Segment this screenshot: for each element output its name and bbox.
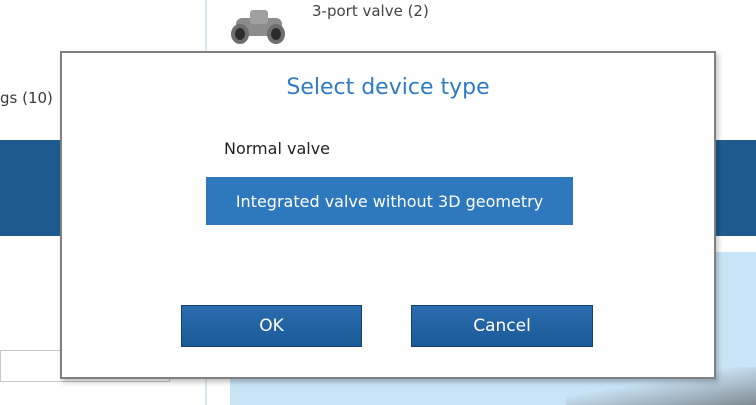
dialog-title: Select device type — [286, 75, 490, 100]
select-device-type-dialog: Select device type Normal valve Integrat… — [60, 51, 716, 379]
ok-button[interactable]: OK — [181, 305, 362, 347]
list-item-label: 3-port valve (2) — [312, 2, 429, 20]
valve-icon — [231, 10, 285, 44]
cancel-button[interactable]: Cancel — [411, 305, 593, 347]
option-normal-valve[interactable]: Normal valve — [224, 139, 330, 158]
option-integrated-valve[interactable]: Integrated valve without 3D geometry — [206, 177, 573, 225]
left-header-bar — [0, 140, 68, 236]
category-item-label[interactable]: gs (10) — [0, 89, 53, 107]
right-header-bar — [712, 140, 756, 236]
